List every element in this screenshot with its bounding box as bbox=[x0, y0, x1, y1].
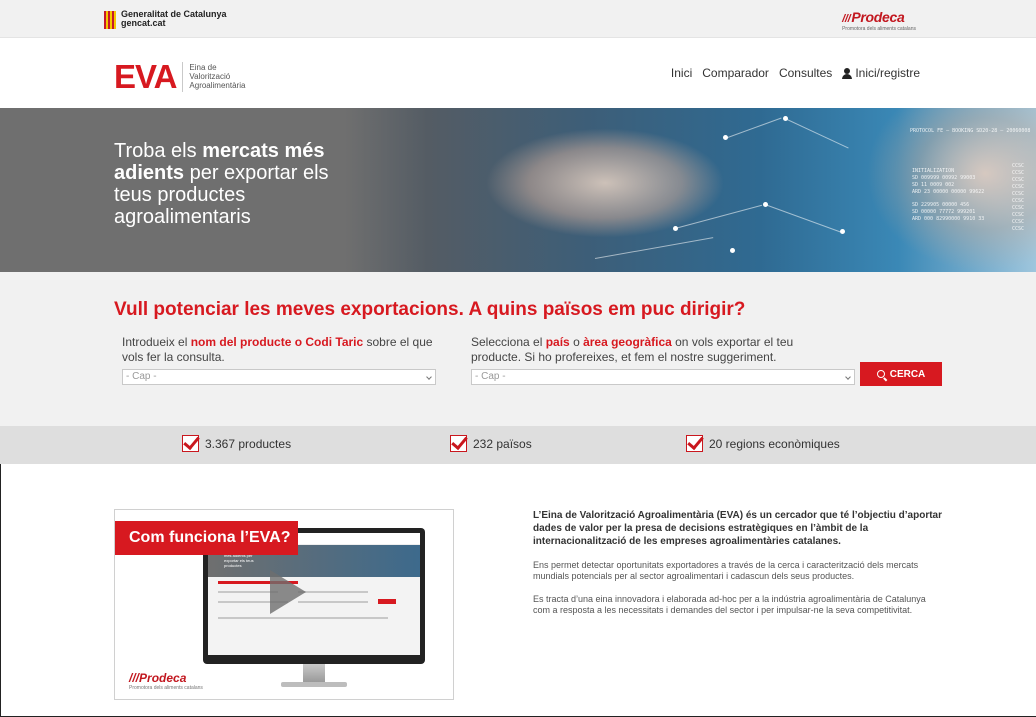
hero-banner: PROTOCOL FE — BOOKING SD20-28 — 20060008… bbox=[0, 108, 1036, 272]
hero-headline: Troba els mercats més adients per export… bbox=[114, 140, 329, 228]
description-paragraph-2: Es tracta d’una eina innovadora i elabor… bbox=[533, 594, 926, 615]
stat-countries: 232 països bbox=[450, 435, 532, 452]
gencat-logo[interactable]: Generalitat de Catalunya gencat.cat bbox=[104, 10, 227, 29]
search-button-label: CERCA bbox=[889, 368, 926, 380]
gencat-url: gencat.cat bbox=[121, 18, 166, 28]
main-nav: Inici Comparador Consultes Inici/registr… bbox=[661, 66, 920, 80]
video-title: Com funciona l’EVA? bbox=[115, 521, 298, 555]
product-instructions: Introdueix el nom del producte o Codi Ta… bbox=[122, 335, 433, 364]
country-instructions: Selecciona el país o àrea geogràfica on … bbox=[471, 335, 794, 364]
country-select[interactable]: - Cap - bbox=[471, 369, 855, 385]
checkbox-check-icon bbox=[182, 435, 199, 452]
prodeca-slashes-icon: /// bbox=[842, 13, 851, 25]
search-button[interactable]: CERCA bbox=[860, 362, 942, 386]
play-icon[interactable] bbox=[270, 570, 306, 614]
nav-login-label: Inici/registre bbox=[855, 66, 920, 80]
hero-data-block: INITIALIZATION SD 009999 00992 99003 SD … bbox=[912, 168, 985, 222]
site-header: EVA Eina de Valorització Agroalimentària… bbox=[0, 38, 1036, 108]
checkbox-check-icon bbox=[450, 435, 467, 452]
eva-logo-subtitle: Eina de Valorització Agroalimentària bbox=[189, 63, 246, 90]
stat-products: 3.367 productes bbox=[182, 435, 291, 452]
description-paragraph-1: Ens permet detectar oportunitats exporta… bbox=[533, 560, 919, 581]
nav-comparador[interactable]: Comparador bbox=[702, 66, 769, 80]
search-title: Vull potenciar les meves exportacions. A… bbox=[114, 299, 746, 320]
stats-bar: 3.367 productes 232 països 20 regions ec… bbox=[0, 426, 1036, 464]
stat-regions: 20 regions econòmiques bbox=[686, 435, 840, 452]
prodeca-name: Prodeca bbox=[851, 9, 905, 25]
logo-divider bbox=[182, 61, 184, 92]
how-it-works-video[interactable]: Troba els mercats més adients per export… bbox=[114, 509, 454, 700]
chevron-down-icon bbox=[426, 374, 432, 380]
country-select-value: - Cap - bbox=[475, 371, 506, 382]
chevron-down-icon bbox=[845, 374, 851, 380]
eva-description: L’Eina de Valorització Agroalimentària (… bbox=[533, 509, 943, 616]
nav-inici[interactable]: Inici bbox=[671, 66, 692, 80]
eva-logo-word: EVA bbox=[114, 58, 177, 95]
prodeca-logo[interactable]: ///Prodeca Promotora dels aliments catal… bbox=[842, 10, 916, 32]
prodeca-logo-video: ///Prodeca Promotora dels aliments catal… bbox=[129, 671, 203, 692]
checkbox-check-icon bbox=[686, 435, 703, 452]
hero-data-column: CCSC CCSC CCSC CCSC CCSC CCSC CCSC CCSC … bbox=[1012, 163, 1025, 232]
government-bar: Generalitat de Catalunya gencat.cat ///P… bbox=[0, 0, 1036, 38]
nav-login[interactable]: Inici/registre bbox=[842, 66, 920, 80]
prodeca-slashes-icon: /// bbox=[129, 671, 140, 685]
search-section: Vull potenciar les meves exportacions. A… bbox=[0, 272, 1036, 426]
nav-consultes[interactable]: Consultes bbox=[779, 66, 832, 80]
prodeca-tagline: Promotora dels aliments catalans bbox=[842, 26, 916, 32]
user-icon bbox=[842, 67, 853, 79]
product-select-value: - Cap - bbox=[126, 371, 157, 382]
eva-logo[interactable]: EVA Eina de Valorització Agroalimentària bbox=[114, 60, 245, 93]
description-lead: L’Eina de Valorització Agroalimentària (… bbox=[533, 510, 942, 547]
search-icon bbox=[876, 370, 885, 378]
hero-data-header: PROTOCOL FE — BOOKING SD20-28 — 20060008 bbox=[910, 128, 1031, 134]
catalan-flag-icon bbox=[104, 11, 116, 29]
product-select[interactable]: - Cap - bbox=[122, 369, 436, 385]
